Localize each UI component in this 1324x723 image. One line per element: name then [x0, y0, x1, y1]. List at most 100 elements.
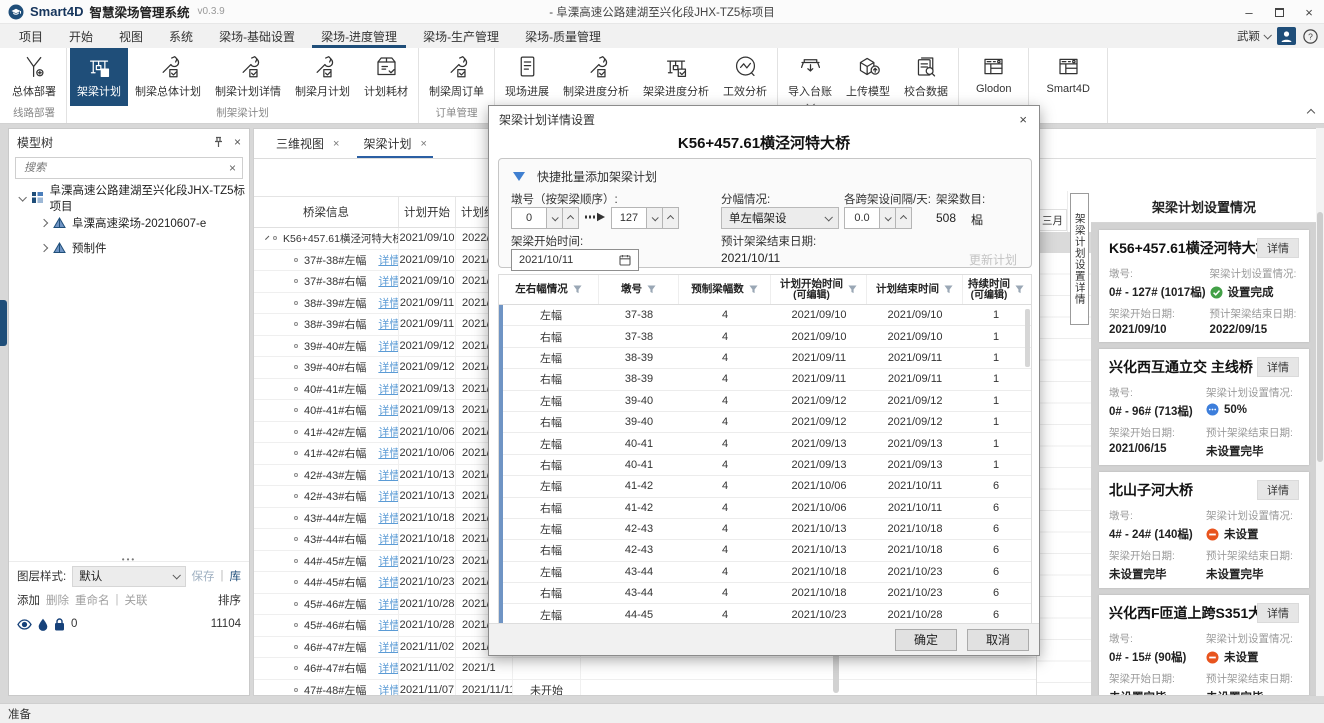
detail-link[interactable]: 详情	[378, 553, 399, 569]
ribbon-item-Glodon[interactable]: Glodon	[962, 48, 1025, 106]
detail-link[interactable]: 详情	[378, 445, 399, 461]
tab-close-icon[interactable]: ×	[420, 138, 426, 150]
library-link[interactable]: 库	[230, 568, 242, 584]
tree-expander-icon[interactable]	[40, 243, 48, 251]
panel-close-icon[interactable]: ×	[234, 135, 241, 149]
save-link[interactable]: 保存	[192, 568, 215, 584]
tab-close-icon[interactable]: ×	[333, 138, 339, 150]
visibility-eye-icon[interactable]	[17, 619, 32, 630]
detail-link[interactable]: 详情	[378, 531, 399, 547]
tab-三维视图[interactable]: 三维视图×	[264, 129, 351, 158]
plan-row[interactable]: 右幅39-4042021/09/122021/09/121	[503, 412, 1031, 433]
ribbon-collapse-icon[interactable]	[1307, 109, 1315, 117]
detail-link[interactable]: 详情	[378, 338, 399, 354]
detail-link[interactable]: 详情	[378, 510, 399, 526]
column-header-预制梁幅数[interactable]: 预制梁幅数	[679, 275, 771, 304]
calendar-icon[interactable]	[619, 254, 631, 266]
color-droplet-icon[interactable]	[38, 618, 48, 631]
menu-item-项目[interactable]: 项目	[6, 24, 56, 48]
plan-row[interactable]: 左幅39-4042021/09/122021/09/121	[503, 391, 1031, 412]
detail-link[interactable]: 详情	[378, 639, 399, 655]
card-detail-button[interactable]: 详情	[1257, 238, 1299, 258]
delete-layer-link[interactable]: 删除	[46, 592, 69, 608]
rename-layer-link[interactable]: 重命名	[75, 592, 110, 608]
horizontal-scrollbar-thumb[interactable]	[420, 696, 560, 701]
column-header-墩号[interactable]: 墩号	[599, 275, 679, 304]
menu-item-梁场-生产管理[interactable]: 梁场-生产管理	[410, 24, 512, 48]
detail-link[interactable]: 详情	[378, 682, 399, 696]
help-icon[interactable]: ?	[1303, 29, 1318, 44]
column-header-计划开始时间[interactable]: 计划开始时间(可编辑)	[771, 275, 867, 304]
menu-item-视图[interactable]: 视图	[106, 24, 156, 48]
tree-node[interactable]: 预制件	[9, 235, 249, 260]
pier-to-input[interactable]	[611, 207, 647, 229]
detail-link[interactable]: 详情	[378, 617, 399, 633]
column-header-计划结束时间[interactable]: 计划结束时间	[867, 275, 963, 304]
column-header-持续时间[interactable]: 持续时间(可编辑)	[963, 275, 1029, 304]
ribbon-item-计划耗材[interactable]: 计划耗材	[357, 48, 415, 106]
detail-link[interactable]: 详情	[378, 488, 399, 504]
detail-link[interactable]: 详情	[378, 467, 399, 483]
ribbon-item-制梁总体计划[interactable]: 制梁总体计划	[128, 48, 208, 106]
add-layer-link[interactable]: 添加	[17, 592, 40, 608]
ribbon-item-架梁进度分析[interactable]: 架梁进度分析	[636, 48, 716, 106]
spin-down-button[interactable]	[647, 207, 663, 229]
plan-row[interactable]: 右幅43-4442021/10/182021/10/236	[503, 583, 1031, 604]
detail-link[interactable]: 详情	[378, 359, 399, 375]
tab-架梁计划[interactable]: 架梁计划×	[351, 129, 438, 158]
minimize-button[interactable]: –	[1234, 0, 1264, 24]
ribbon-item-导入台账[interactable]: 导入台账	[781, 48, 839, 109]
user-menu[interactable]: 武颖	[1237, 28, 1270, 44]
plan-row[interactable]: 右幅38-3942021/09/112021/09/111	[503, 369, 1031, 390]
spin-down-button[interactable]	[880, 207, 896, 229]
ok-button[interactable]: 确定	[895, 629, 957, 651]
ribbon-item-上传模型[interactable]: 上传模型	[839, 48, 897, 109]
spin-down-button[interactable]	[547, 207, 563, 229]
menu-item-梁场-基础设置[interactable]: 梁场-基础设置	[206, 24, 308, 48]
search-input[interactable]	[22, 161, 229, 175]
table-row[interactable]: 47#-48#左幅详情2021/11/072021/11/11未开始	[254, 680, 1036, 697]
detail-link[interactable]: 详情	[378, 316, 399, 332]
detail-link[interactable]: 详情	[378, 660, 399, 676]
tree-expander-icon[interactable]	[18, 193, 26, 201]
split-select[interactable]: 单左幅架设	[721, 207, 839, 229]
menu-item-梁场-质量管理[interactable]: 梁场-质量管理	[512, 24, 614, 48]
menu-item-开始[interactable]: 开始	[56, 24, 106, 48]
column-header[interactable]: 桥梁信息	[254, 197, 399, 227]
detail-link[interactable]: 详情	[378, 424, 399, 440]
start-date-input[interactable]: 2021/10/11	[511, 249, 639, 271]
ribbon-item-工效分析[interactable]: 工效分析	[716, 48, 774, 106]
collapsed-panel-handle[interactable]	[0, 300, 7, 346]
maximize-button[interactable]	[1264, 0, 1294, 24]
table-row[interactable]: 46#-47#右幅详情2021/11/022021/1	[254, 658, 1036, 680]
modal-table-scrollbar-thumb[interactable]	[1025, 309, 1030, 367]
ribbon-item-现场进展[interactable]: 现场进展	[498, 48, 556, 106]
detail-link[interactable]: 详情	[378, 295, 399, 311]
vertical-scrollbar-thumb[interactable]	[1317, 212, 1323, 462]
dialog-close-icon[interactable]: ×	[1017, 112, 1029, 127]
detail-link[interactable]: 详情	[378, 596, 399, 612]
cancel-button[interactable]: 取消	[967, 629, 1029, 651]
ribbon-item-制梁计划详情[interactable]: 制梁计划详情	[208, 48, 288, 106]
menu-item-梁场-进度管理[interactable]: 梁场-进度管理	[308, 24, 410, 48]
horizontal-scrollbar-thumb[interactable]	[1240, 696, 1310, 701]
ribbon-item-校合数据[interactable]: 校合数据	[897, 48, 955, 109]
plan-row[interactable]: 左幅40-4142021/09/132021/09/131	[503, 433, 1031, 454]
ribbon-item-架梁计划[interactable]: 架梁计划	[70, 48, 128, 106]
plan-row[interactable]: 左幅41-4242021/10/062021/10/116	[503, 476, 1031, 497]
spin-up-button[interactable]	[896, 207, 912, 229]
plan-row[interactable]: 右幅40-4142021/09/132021/09/131	[503, 455, 1031, 476]
plan-row[interactable]: 左幅38-3942021/09/112021/09/111	[503, 348, 1031, 369]
detail-link[interactable]: 详情	[378, 574, 399, 590]
pin-icon[interactable]	[213, 136, 224, 148]
plan-row[interactable]: 左幅37-3842021/09/102021/09/101	[503, 305, 1031, 326]
plan-settings-vertical-tab[interactable]: 架梁计划设置详情	[1070, 193, 1089, 325]
card-detail-button[interactable]: 详情	[1257, 480, 1299, 500]
plan-row[interactable]: 左幅43-4442021/10/182021/10/236	[503, 562, 1031, 583]
tree-node[interactable]: 阜溧高速梁场-20210607-e	[9, 210, 249, 235]
link-layer-link[interactable]: 关联	[125, 592, 148, 608]
plan-row[interactable]: 左幅42-4342021/10/132021/10/186	[503, 519, 1031, 540]
spin-up-button[interactable]	[563, 207, 579, 229]
layer-style-select[interactable]: 默认	[72, 566, 185, 587]
card-detail-button[interactable]: 详情	[1257, 357, 1299, 377]
